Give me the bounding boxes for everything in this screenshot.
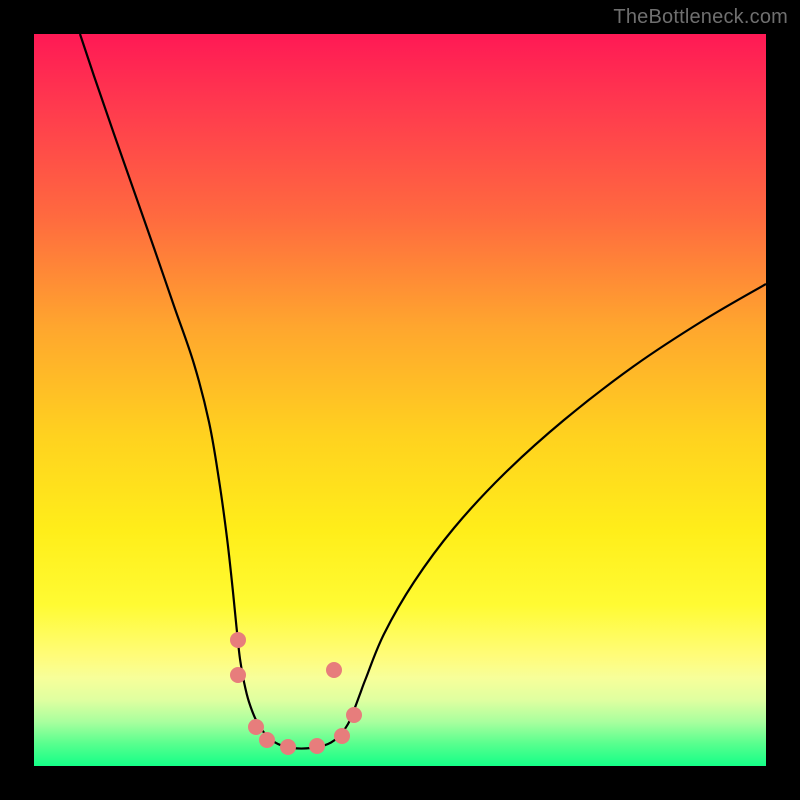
data-point-marker [259,732,275,748]
data-point-marker [230,632,246,648]
chart-frame: TheBottleneck.com [0,0,800,800]
data-point-marker [346,707,362,723]
data-point-marker [309,738,325,754]
data-point-marker [326,662,342,678]
data-point-marker [280,739,296,755]
watermark-text: TheBottleneck.com [613,6,788,29]
plot-area [34,34,766,766]
data-point-marker [334,728,350,744]
bottleneck-curve [80,34,766,749]
data-point-marker [230,667,246,683]
data-point-marker [248,719,264,735]
curve-overlay [34,34,766,766]
